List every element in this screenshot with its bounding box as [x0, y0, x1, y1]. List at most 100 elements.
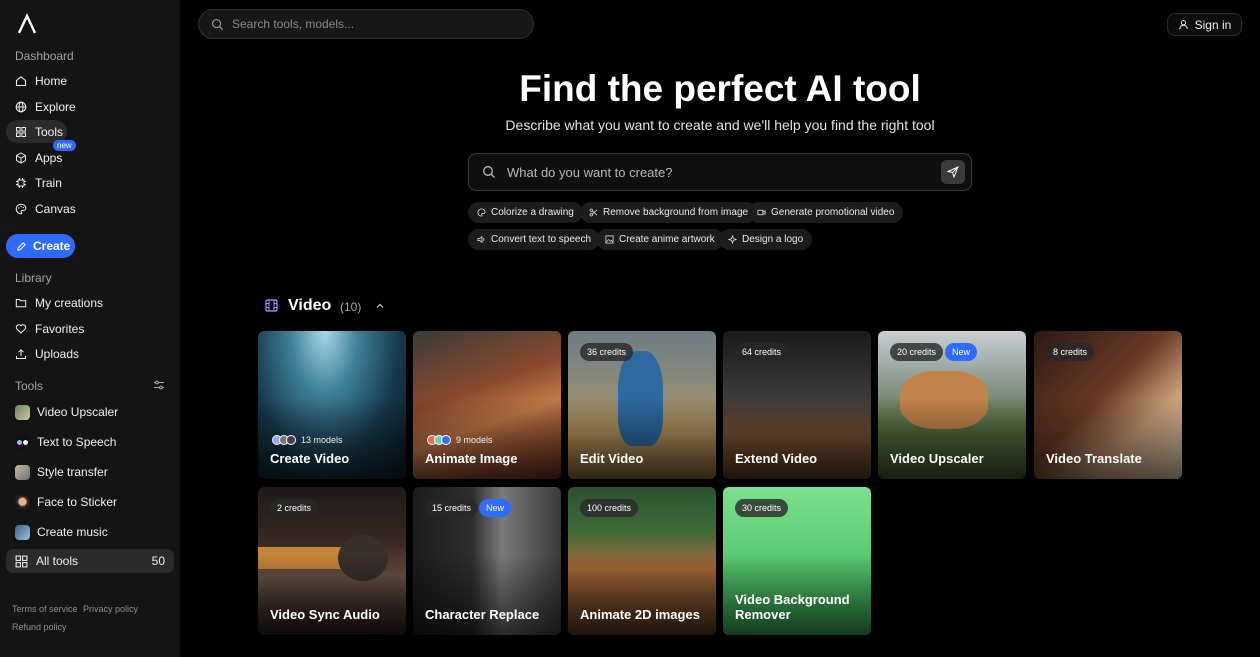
chevron-up-icon[interactable]: [375, 301, 385, 311]
section-count: (10): [340, 300, 362, 314]
prompt-box[interactable]: [468, 153, 972, 191]
suggestion-chip-anime-artwork[interactable]: Create anime artwork: [596, 229, 724, 250]
upload-icon: [16, 348, 26, 359]
send-button[interactable]: [941, 160, 965, 184]
hero-title: Find the perfect AI tool: [519, 68, 921, 109]
suggestion-chip-text-to-speech[interactable]: Convert text to speech: [468, 229, 601, 250]
grid-icon: [15, 555, 28, 567]
sidebar-item-label: Apps: [35, 150, 63, 165]
sliders-icon[interactable]: [153, 379, 165, 391]
credits-pill: 36 credits: [580, 343, 634, 361]
create-label: Create: [33, 239, 71, 253]
sidebar-item-apps[interactable]: Apps new: [6, 140, 174, 169]
sidebar-item-home[interactable]: Home: [6, 69, 174, 92]
create-music-thumbnail: [15, 524, 30, 540]
tool-card-edit-video[interactable]: 36 credits Edit Video: [568, 331, 716, 479]
search-icon: [211, 18, 224, 30]
grid-icon: [16, 126, 26, 137]
tool-card-extend-video[interactable]: 64 credits Extend Video: [723, 331, 871, 479]
chip-label: Create anime artwork: [619, 234, 715, 245]
sidebar-tool-create-music[interactable]: Create music: [6, 520, 174, 544]
sidebar-item-uploads[interactable]: Uploads: [6, 342, 174, 365]
section-title: Video: [288, 297, 332, 314]
home-icon: [15, 75, 27, 86]
refund-link[interactable]: Refund policy: [12, 622, 67, 632]
library-section-title: Library: [15, 271, 52, 285]
sidebar-tool-label: Face to Sticker: [37, 495, 118, 509]
palette-icon: [477, 208, 486, 217]
tool-card-video-background-remover[interactable]: 30 credits Video Background Remover: [723, 487, 871, 635]
chip-label: Colorize a drawing: [491, 207, 574, 218]
send-icon: [947, 166, 959, 178]
credits-pill: 8 credits: [1046, 343, 1095, 361]
credits-pill: 2 credits: [270, 499, 319, 517]
credits-pill: 15 credits: [425, 499, 479, 517]
video-icon: [757, 209, 766, 216]
face-to-sticker-thumbnail: [15, 494, 30, 510]
dashboard-section-title: Dashboard: [15, 49, 74, 63]
credits-pill: 30 credits: [735, 499, 789, 517]
pencil-icon: [17, 241, 26, 251]
card-title: Video Translate: [1046, 451, 1142, 466]
model-avatar: [286, 435, 296, 445]
sidebar-tool-face-to-sticker[interactable]: Face to Sticker: [6, 490, 174, 514]
sidebar-item-train[interactable]: Train: [6, 171, 174, 194]
scissors-icon: [589, 208, 598, 217]
folder-icon: [15, 298, 27, 307]
models-indicator: 13 models: [272, 435, 343, 445]
sidebar-item-label: Tools: [35, 124, 64, 139]
top-search-input[interactable]: [232, 17, 512, 31]
video-upscaler-thumbnail: [15, 404, 30, 420]
tool-card-animate-2d-images[interactable]: 100 credits Animate 2D images: [568, 487, 716, 635]
top-search-bar[interactable]: [198, 9, 534, 39]
credits-pill: 20 credits: [890, 343, 944, 361]
sidebar-item-explore[interactable]: Explore: [6, 95, 174, 118]
sidebar-tool-label: Video Upscaler: [37, 405, 119, 419]
card-title: Animate Image: [425, 451, 518, 466]
sidebar-item-canvas[interactable]: Canvas: [6, 197, 174, 220]
terms-link[interactable]: Terms of service: [12, 604, 78, 614]
prompt-input[interactable]: [507, 164, 927, 180]
sign-in-button[interactable]: Sign in: [1167, 13, 1242, 36]
sidebar-tool-text-to-speech[interactable]: Text to Speech: [6, 430, 174, 454]
chip-label: Generate promotional video: [771, 207, 895, 218]
tool-card-video-sync-audio[interactable]: 2 credits Video Sync Audio: [258, 487, 406, 635]
models-count: 13 models: [301, 435, 343, 445]
tool-card-character-replace[interactable]: 15 credits New Character Replace: [413, 487, 561, 635]
create-button[interactable]: Create: [6, 234, 75, 258]
sidebar-tool-label: Text to Speech: [37, 435, 117, 449]
cube-icon: [16, 151, 26, 164]
search-icon: [483, 166, 495, 178]
sidebar-item-label: Favorites: [35, 321, 85, 336]
suggestion-chip-design-logo[interactable]: Design a logo: [719, 229, 813, 250]
sidebar-tool-style-transfer[interactable]: Style transfer: [6, 460, 174, 484]
sidebar-all-tools[interactable]: All tools 50: [6, 549, 174, 573]
credits-pill: 100 credits: [580, 499, 639, 517]
suggestion-chip-remove-background[interactable]: Remove background from image: [580, 202, 758, 223]
sidebar-item-favorites[interactable]: Favorites: [6, 317, 174, 340]
card-title: Video Background Remover: [735, 592, 850, 622]
card-title: Video Upscaler: [890, 451, 984, 466]
tool-card-create-video[interactable]: 13 models Create Video: [258, 331, 406, 479]
privacy-link[interactable]: Privacy policy: [83, 604, 138, 614]
tool-card-animate-image[interactable]: 9 models Animate Image: [413, 331, 561, 479]
all-tools-label: All tools: [36, 554, 79, 568]
sidebar-tool-label: Create music: [37, 525, 108, 539]
chip-icon: [16, 177, 26, 188]
sidebar-item-label: My creations: [35, 295, 104, 310]
card-title: Create Video: [270, 451, 350, 466]
sidebar-item-my-creations[interactable]: My creations: [6, 291, 174, 314]
logo-icon[interactable]: [16, 13, 38, 35]
suggestion-chip-promotional-video[interactable]: Generate promotional video: [748, 202, 904, 223]
models-count: 9 models: [456, 435, 493, 445]
new-badge: New: [945, 343, 978, 361]
tool-card-video-translate[interactable]: 8 credits Video Translate: [1034, 331, 1182, 479]
tools-section-title: Tools: [15, 379, 44, 393]
suggestion-chip-colorize[interactable]: Colorize a drawing: [468, 202, 583, 223]
sidebar-tool-video-upscaler[interactable]: Video Upscaler: [6, 400, 174, 424]
sidebar-tool-label: Style transfer: [37, 465, 108, 479]
sidebar-item-label: Train: [35, 175, 62, 190]
sidebar-item-label: Explore: [35, 99, 76, 114]
tool-card-video-upscaler[interactable]: 20 credits New Video Upscaler: [878, 331, 1026, 479]
model-avatar: [441, 435, 451, 445]
